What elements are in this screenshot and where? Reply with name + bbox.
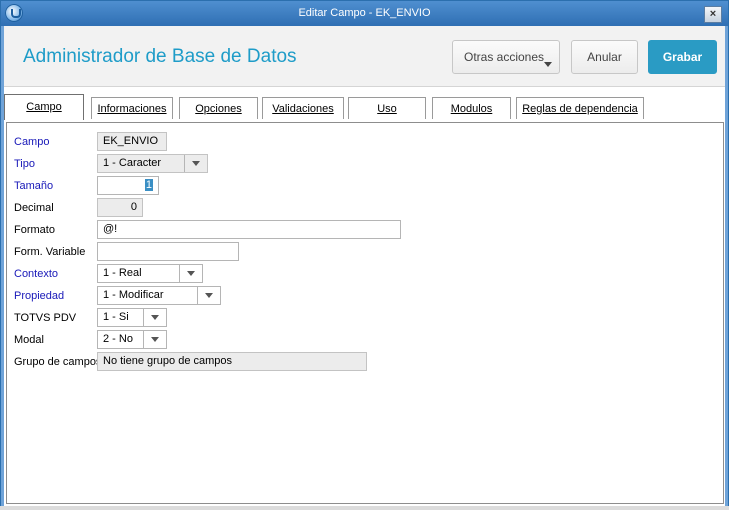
tab-modulos[interactable]: Modulos bbox=[432, 97, 511, 119]
form-variable-field[interactable] bbox=[97, 242, 239, 261]
tamano-label: Tamaño bbox=[14, 180, 54, 192]
tamano-field[interactable]: 1 bbox=[97, 176, 159, 195]
chevron-down-icon[interactable] bbox=[184, 155, 207, 172]
chevron-down-icon bbox=[544, 62, 552, 67]
otras-acciones-label: Otras acciones bbox=[464, 50, 545, 64]
propiedad-value: 1 - Modificar bbox=[103, 289, 164, 301]
chevron-down-icon[interactable] bbox=[143, 331, 166, 348]
header-bar: Administrador de Base de Datos Otras acc… bbox=[4, 26, 725, 87]
tab-campo[interactable]: Campo bbox=[4, 94, 84, 120]
chevron-down-icon[interactable] bbox=[143, 309, 166, 326]
grupo-campos-field[interactable]: No tiene grupo de campos bbox=[97, 352, 367, 371]
tab-opciones[interactable]: Opciones bbox=[179, 97, 258, 119]
tipo-select[interactable]: 1 - Caracter bbox=[97, 154, 208, 173]
tab-uso[interactable]: Uso bbox=[348, 97, 426, 119]
tab-validaciones[interactable]: Validaciones bbox=[262, 97, 344, 119]
grupo-campos-label: Grupo de campos bbox=[14, 356, 102, 368]
background-window-strip bbox=[0, 506, 729, 510]
totvs-pdv-select[interactable]: 1 - Si bbox=[97, 308, 167, 327]
close-button[interactable]: × bbox=[704, 6, 722, 23]
modal-select[interactable]: 2 - No bbox=[97, 330, 167, 349]
propiedad-select[interactable]: 1 - Modificar bbox=[97, 286, 221, 305]
form-variable-label: Form. Variable bbox=[14, 246, 86, 258]
modal-label: Modal bbox=[14, 334, 44, 346]
tab-reglas-de-dependencia[interactable]: Reglas de dependencia bbox=[516, 97, 644, 119]
decimal-label: Decimal bbox=[14, 202, 54, 214]
dialog-window: Editar Campo - EK_ENVIO × Administrador … bbox=[0, 0, 729, 510]
tipo-label: Tipo bbox=[14, 158, 35, 170]
title-bar[interactable]: Editar Campo - EK_ENVIO × bbox=[1, 1, 728, 26]
anular-button[interactable]: Anular bbox=[571, 40, 638, 74]
dialog-client: Administrador de Base de Datos Otras acc… bbox=[4, 26, 725, 507]
tab-informaciones[interactable]: Informaciones bbox=[91, 97, 173, 119]
totvs-pdv-label: TOTVS PDV bbox=[14, 312, 77, 324]
formato-label: Formato bbox=[14, 224, 55, 236]
propiedad-label: Propiedad bbox=[14, 290, 65, 302]
tipo-value: 1 - Caracter bbox=[103, 157, 162, 169]
totvs-pdv-value: 1 - Si bbox=[103, 311, 129, 323]
modal-value: 2 - No bbox=[103, 333, 133, 345]
contexto-value: 1 - Real bbox=[103, 267, 142, 279]
grabar-button[interactable]: Grabar bbox=[648, 40, 717, 74]
tamano-value: 1 bbox=[144, 179, 153, 191]
otras-acciones-button[interactable]: Otras acciones bbox=[452, 40, 560, 74]
contexto-label: Contexto bbox=[14, 268, 59, 280]
formato-field[interactable]: @! bbox=[97, 220, 401, 239]
app-title: Administrador de Base de Datos bbox=[23, 46, 297, 67]
chevron-down-icon[interactable] bbox=[179, 265, 202, 282]
campo-field[interactable]: EK_ENVIO bbox=[97, 132, 167, 151]
window-title: Editar Campo - EK_ENVIO bbox=[298, 7, 431, 19]
decimal-field[interactable]: 0 bbox=[97, 198, 143, 217]
contexto-select[interactable]: 1 - Real bbox=[97, 264, 203, 283]
campo-form-panel: Campo EK_ENVIO Tipo 1 - Caracter Tamaño … bbox=[6, 122, 724, 504]
chevron-down-icon[interactable] bbox=[197, 287, 220, 304]
campo-label: Campo bbox=[14, 136, 50, 148]
tab-bar: Campo Informaciones Opciones Validacione… bbox=[4, 94, 725, 120]
